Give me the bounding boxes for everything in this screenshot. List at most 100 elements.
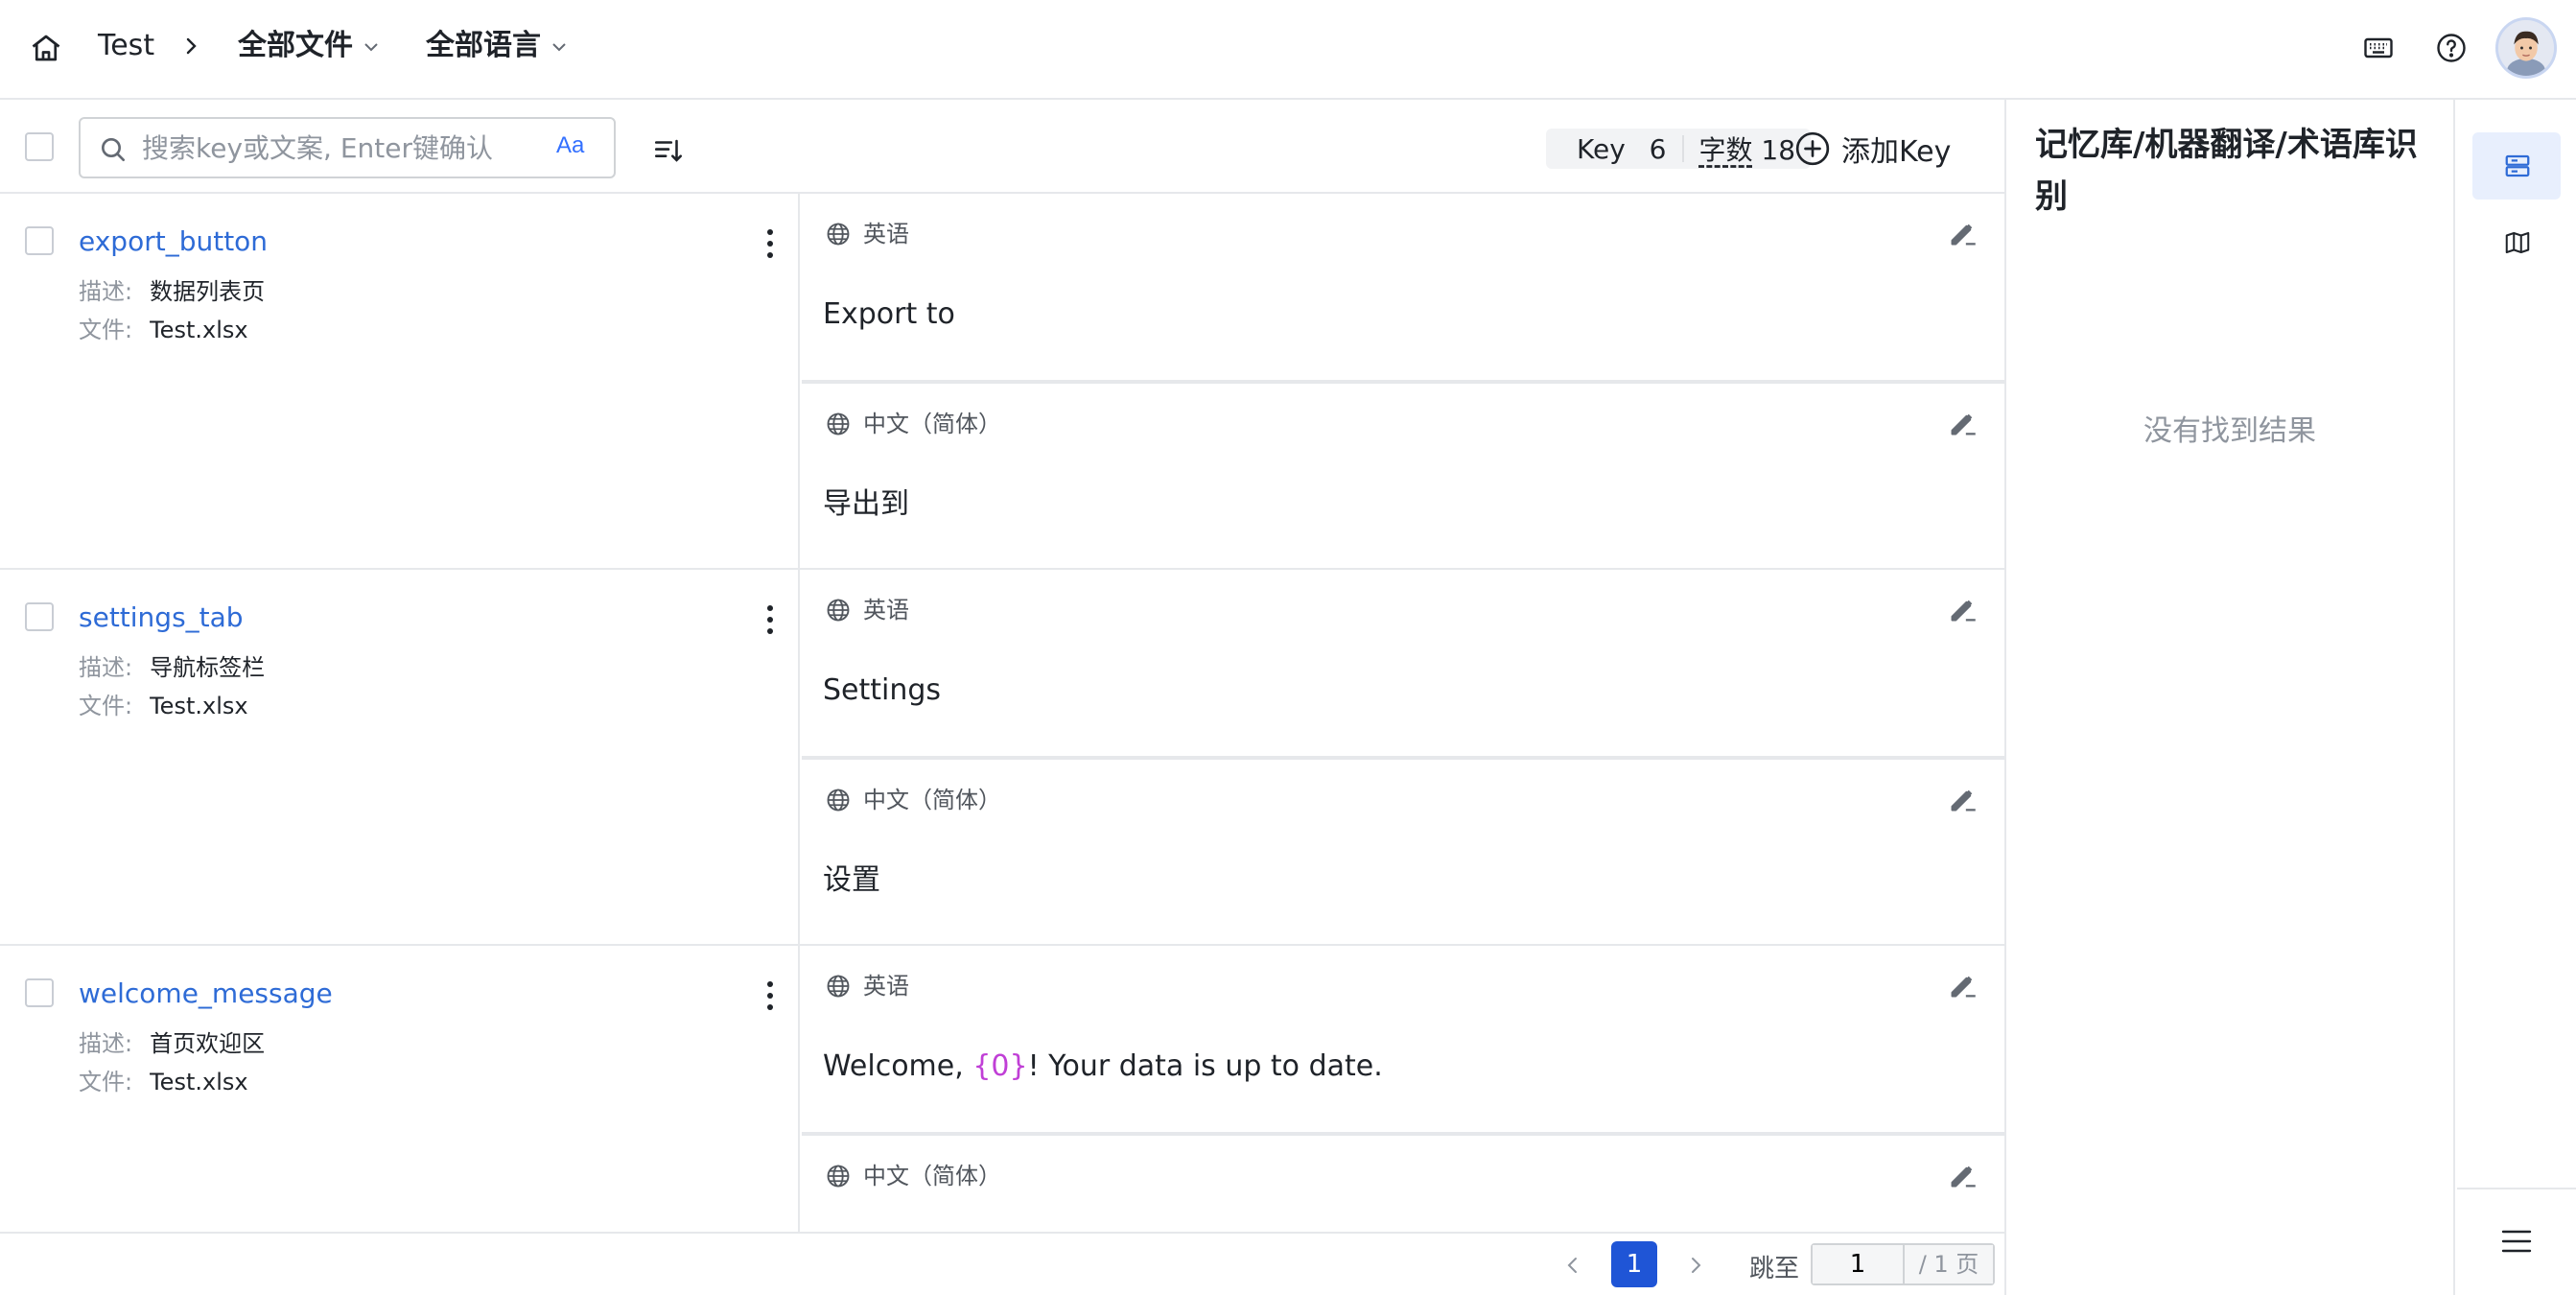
files-dropdown[interactable]: 全部文件: [238, 27, 380, 65]
chevron-left-icon[interactable]: [1561, 1253, 1584, 1278]
globe-icon: [827, 1165, 850, 1188]
language-label: 中文（简体）: [863, 411, 1001, 437]
description-label: 描述:: [79, 654, 133, 681]
key-checkbox[interactable]: [25, 226, 54, 255]
key-file: 文件: Test.xlsx: [79, 691, 248, 721]
tab-panel-list[interactable]: [2472, 132, 2561, 200]
word-count-value: 18: [1761, 134, 1796, 166]
key-checkbox[interactable]: [25, 602, 54, 631]
keyboard-icon[interactable]: [2361, 31, 2396, 65]
globe-icon: [827, 975, 850, 998]
file-value: Test.xlsx: [150, 1069, 248, 1095]
key-checkbox[interactable]: [25, 978, 54, 1007]
select-all-checkbox[interactable]: [25, 132, 54, 161]
languages-dropdown[interactable]: 全部语言: [426, 27, 568, 65]
translation-language: 英语: [825, 595, 909, 625]
key-count: Key 6: [1546, 133, 1682, 165]
add-key-button[interactable]: 添加Key: [1793, 127, 1951, 171]
files-dropdown-label: 全部文件: [238, 29, 353, 62]
edit-icon[interactable]: [1947, 407, 1979, 439]
translation-block[interactable]: 中文（简体） 设置: [802, 758, 2004, 946]
page-button-current[interactable]: 1: [1611, 1241, 1657, 1287]
key-info: settings_tab 描述: 导航标签栏 文件: Test.xlsx: [0, 570, 800, 946]
translation-text: 导出到: [823, 487, 909, 521]
sort-icon[interactable]: [652, 134, 685, 167]
description-value: 数据列表页: [150, 278, 266, 305]
key-description: 描述: 数据列表页: [79, 276, 265, 307]
edit-icon[interactable]: [1947, 593, 1979, 625]
case-sensitive-toggle[interactable]: Aa: [556, 132, 584, 159]
key-name-link[interactable]: export_button: [79, 223, 268, 261]
globe-icon: [827, 412, 850, 436]
more-vertical-icon[interactable]: [763, 602, 777, 637]
translation-language: 英语: [825, 219, 909, 249]
jump-to-input[interactable]: [1813, 1245, 1905, 1283]
edit-icon[interactable]: [1947, 969, 1979, 1001]
avatar[interactable]: [2495, 17, 2557, 79]
plus-circle-icon: [1795, 131, 1830, 166]
jump-to-label: 跳至: [1749, 1255, 1800, 1283]
globe-icon: [827, 789, 850, 812]
help-circle-icon[interactable]: [2434, 31, 2469, 65]
tab-map[interactable]: [2472, 209, 2561, 276]
chevron-down-icon: [552, 42, 566, 51]
home-icon[interactable]: [29, 31, 63, 65]
chevron-down-icon: [364, 42, 378, 51]
total-pages: / 1 页: [1905, 1245, 1993, 1283]
language-label: 中文（简体）: [863, 787, 1001, 813]
rail-menu[interactable]: [2457, 1188, 2576, 1295]
key-count-value: 6: [1649, 132, 1667, 165]
breadcrumb-project[interactable]: Test: [98, 27, 154, 65]
key-info: export_button 描述: 数据列表页 文件: Test.xlsx: [0, 194, 800, 570]
description-label: 描述:: [79, 278, 133, 305]
jump-to-box: / 1 页: [1811, 1243, 1995, 1285]
search-input[interactable]: [142, 127, 526, 169]
more-vertical-icon[interactable]: [763, 978, 777, 1013]
key-name-link[interactable]: welcome_message: [79, 975, 333, 1013]
top-bar: Test 全部文件 全部语言: [0, 0, 2576, 100]
file-value: Test.xlsx: [150, 693, 248, 719]
key-row: settings_tab 描述: 导航标签栏 文件: Test.xlsx 英语 Se…: [0, 570, 2004, 946]
translation-block[interactable]: 中文（简体） 导出到: [802, 382, 2004, 570]
key-row: export_button 描述: 数据列表页 文件: Test.xlsx 英语 E…: [0, 194, 2004, 570]
translation-block[interactable]: 英语 Welcome, {0}! Your data is up to date…: [802, 946, 2004, 1134]
translation-language: 中文（简体）: [825, 1161, 1001, 1191]
edit-icon[interactable]: [1947, 783, 1979, 815]
languages-dropdown-label: 全部语言: [426, 29, 541, 62]
translation-language: 中文（简体）: [825, 785, 1001, 815]
placeholder-token: {0}: [972, 1049, 1028, 1083]
translation-language: 英语: [825, 971, 909, 1001]
translation-block[interactable]: 中文（简体）: [802, 1134, 2004, 1232]
tm-mt-terminology-panel: 记忆库/机器翻译/术语库识别 没有找到结果: [2004, 100, 2455, 1295]
key-list: export_button 描述: 数据列表页 文件: Test.xlsx 英语 E…: [0, 194, 2004, 1232]
key-word-stats: Key 6 字数 18: [1546, 129, 1812, 169]
language-label: 英语: [863, 973, 909, 1000]
translation-text-before: Welcome,: [823, 1049, 973, 1083]
search-icon: [102, 138, 125, 161]
word-count-label: 字数: [1698, 134, 1753, 166]
key-description: 描述: 导航标签栏: [79, 652, 265, 683]
globe-icon: [827, 223, 850, 246]
translation-block[interactable]: 英语 Export to: [802, 194, 2004, 382]
key-count-label: Key: [1577, 132, 1626, 165]
description-value: 导航标签栏: [150, 654, 266, 681]
language-label: 英语: [863, 597, 909, 624]
edit-icon[interactable]: [1947, 217, 1979, 249]
search-box: Aa: [79, 117, 616, 178]
translation-text: Welcome, {0}! Your data is up to date.: [823, 1048, 1383, 1086]
key-info: welcome_message 描述: 首页欢迎区 文件: Test.xlsx: [0, 946, 800, 1232]
file-label: 文件:: [79, 317, 133, 343]
file-label: 文件:: [79, 693, 133, 719]
file-label: 文件:: [79, 1069, 133, 1095]
more-vertical-icon[interactable]: [763, 226, 777, 261]
pagination: 1 跳至 / 1 页: [0, 1232, 2004, 1295]
edit-icon[interactable]: [1947, 1159, 1979, 1191]
globe-icon: [827, 599, 850, 622]
description-label: 描述:: [79, 1030, 133, 1057]
word-count[interactable]: 字数 18: [1684, 130, 1812, 168]
translation-block[interactable]: 英语 Settings: [802, 570, 2004, 758]
chevron-right-icon[interactable]: [1684, 1253, 1707, 1278]
add-key-label: 添加Key: [1841, 135, 1952, 169]
key-name-link[interactable]: settings_tab: [79, 599, 244, 637]
side-rail: [2457, 100, 2576, 1295]
